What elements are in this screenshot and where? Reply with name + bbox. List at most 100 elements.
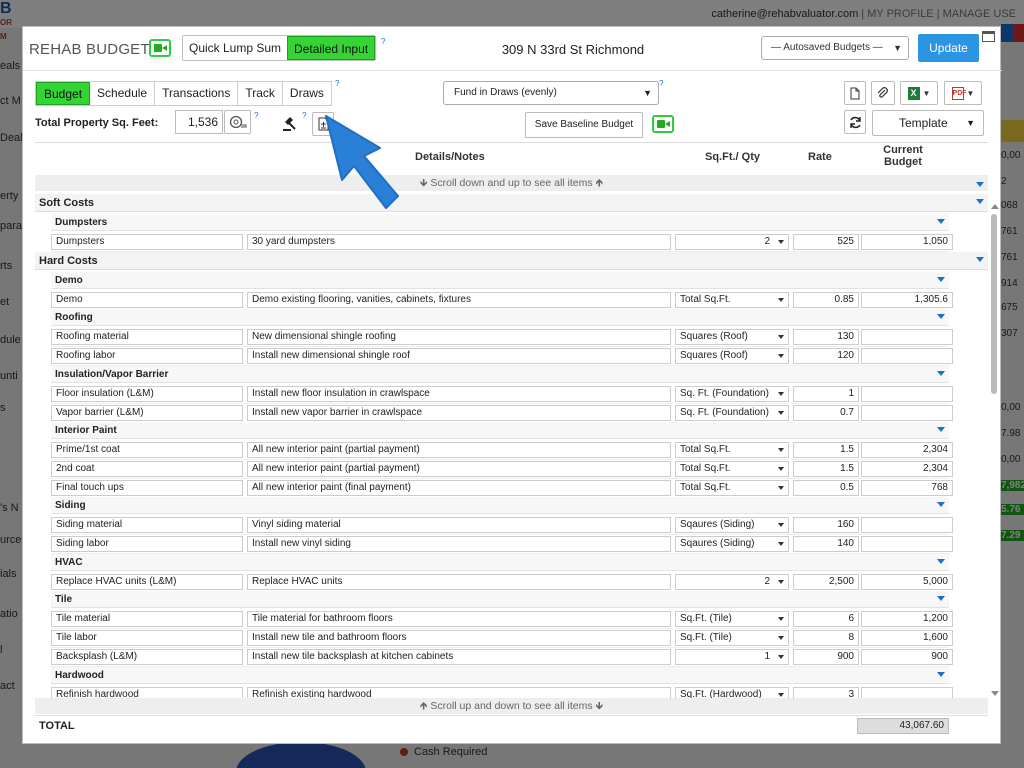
line-item-qty[interactable]: Sq. Ft. (Foundation) [675, 385, 776, 402]
line-item-note[interactable]: Install new vapor barrier in crawlspace [247, 404, 671, 421]
line-item-name[interactable]: Tile labor [51, 630, 243, 647]
line-item-qty[interactable]: Sq.Ft. (Tile) [675, 611, 776, 628]
line-item-rate[interactable]: 160 [793, 517, 859, 534]
line-item-rate[interactable]: 0.85 [793, 291, 859, 308]
line-item-name[interactable]: Replace HVAC units (L&M) [51, 573, 243, 590]
pdf-export-icon[interactable]: PDF ▼ [944, 81, 982, 105]
line-item-rate[interactable]: 140 [793, 536, 859, 552]
save-baseline-budget-button[interactable]: Save Baseline Budget [525, 112, 643, 138]
qty-unit-dropdown[interactable] [775, 536, 789, 552]
line-item-qty[interactable]: Squares (Roof) [675, 348, 776, 365]
line-item-rate[interactable]: 1 [793, 385, 859, 402]
line-item-note[interactable]: Install new dimensional shingle roof [247, 348, 671, 365]
line-item-note[interactable]: Vinyl siding material [247, 517, 671, 534]
line-item-rate[interactable]: 2,500 [793, 573, 859, 590]
detailed-input-button[interactable]: Detailed Input [287, 36, 376, 60]
qty-unit-dropdown[interactable] [775, 385, 789, 402]
tabs-help-icon[interactable]: ? [335, 79, 339, 88]
template-dropdown[interactable]: Template ▼ [872, 110, 984, 136]
expand-caret-icon[interactable] [937, 427, 945, 433]
scroll-up-icon[interactable] [991, 204, 999, 209]
expand-caret-icon[interactable] [976, 199, 984, 204]
gavel-icon[interactable] [279, 112, 301, 136]
tab-transactions[interactable]: Transactions [155, 82, 239, 105]
baseline-video-icon[interactable] [652, 115, 674, 133]
line-item-qty[interactable]: 1 [675, 648, 776, 665]
expand-caret-icon[interactable] [937, 219, 945, 224]
line-item-note[interactable]: All new interior paint (partial payment) [247, 460, 671, 477]
line-item-qty[interactable]: Total Sq.Ft. [675, 291, 776, 308]
line-item-rate[interactable]: 6 [793, 611, 859, 628]
line-item-qty[interactable]: Sqaures (Siding) [675, 517, 776, 534]
expand-caret-icon[interactable] [937, 314, 945, 320]
qty-unit-dropdown[interactable] [775, 479, 789, 496]
line-item-qty[interactable]: Sqaures (Siding) [675, 536, 776, 552]
qty-unit-dropdown[interactable] [775, 611, 789, 628]
line-item-rate[interactable]: 1.5 [793, 442, 859, 459]
line-item-qty[interactable]: Total Sq.Ft. [675, 442, 776, 459]
tab-budget[interactable]: Budget [36, 82, 91, 105]
line-item-note[interactable]: 30 yard dumpsters [247, 234, 671, 250]
qty-unit-dropdown[interactable] [775, 573, 789, 590]
line-item-note[interactable]: Tile material for bathroom floors [247, 611, 671, 628]
line-item-note[interactable]: Install new tile backsplash at kitchen c… [247, 648, 671, 665]
line-item-name[interactable]: Demo [51, 291, 243, 308]
line-item-rate[interactable]: 525 [793, 234, 859, 250]
qty-unit-dropdown[interactable] [775, 460, 789, 477]
expand-caret-icon[interactable] [937, 596, 945, 602]
line-item-name[interactable]: Vapor barrier (L&M) [51, 404, 243, 421]
qty-unit-dropdown[interactable] [775, 291, 789, 308]
refresh-icon[interactable] [844, 110, 866, 134]
excel-export-icon[interactable]: X ▼ [900, 81, 938, 105]
line-item-rate[interactable]: 0.7 [793, 404, 859, 421]
line-item-rate[interactable]: 900 [793, 648, 859, 665]
line-item-note[interactable]: Replace HVAC units [247, 573, 671, 590]
line-item-name[interactable]: Backsplash (L&M) [51, 648, 243, 665]
qty-unit-dropdown[interactable] [775, 442, 789, 459]
table-scrollbar[interactable] [990, 204, 999, 696]
line-item-qty[interactable]: Squares (Roof) [675, 329, 776, 346]
line-item-name[interactable]: Roofing material [51, 329, 243, 346]
qty-unit-dropdown[interactable] [775, 517, 789, 534]
sqft-help-icon[interactable]: ? [254, 111, 258, 120]
line-item-name[interactable]: Siding labor [51, 536, 243, 552]
tab-track[interactable]: Track [238, 82, 283, 105]
line-item-name[interactable]: 2nd coat [51, 460, 243, 477]
line-item-name[interactable]: Tile material [51, 611, 243, 628]
qty-unit-dropdown[interactable] [775, 648, 789, 665]
fund-draws-select[interactable]: Fund in Draws (evenly) ▼ [443, 81, 659, 105]
qty-unit-dropdown[interactable] [775, 329, 789, 346]
qty-unit-dropdown[interactable] [775, 348, 789, 365]
scroll-down-icon[interactable] [991, 691, 999, 696]
line-item-qty[interactable]: 2 [675, 234, 776, 250]
gavel-help-icon[interactable]: ? [302, 111, 306, 120]
fund-help-icon[interactable]: ? [659, 79, 663, 88]
line-item-rate[interactable]: 1.5 [793, 460, 859, 477]
line-item-note[interactable]: Demo existing flooring, vanities, cabine… [247, 291, 671, 308]
expand-caret-icon[interactable] [937, 502, 945, 508]
line-item-name[interactable]: Roofing labor [51, 348, 243, 365]
line-item-name[interactable]: Siding material [51, 517, 243, 534]
line-item-note[interactable]: Install new floor insulation in crawlspa… [247, 385, 671, 402]
line-item-note[interactable]: Install new tile and bathroom floors [247, 630, 671, 647]
expand-caret-icon[interactable] [976, 256, 984, 262]
line-item-name[interactable]: Floor insulation (L&M) [51, 385, 243, 402]
measure-tape-icon[interactable] [224, 110, 251, 134]
line-item-note[interactable]: All new interior paint (final payment) [247, 479, 671, 496]
line-item-rate[interactable]: 120 [793, 348, 859, 365]
line-item-note[interactable]: Install new vinyl siding [247, 536, 671, 552]
tab-schedule[interactable]: Schedule [90, 82, 156, 105]
collapse-all-caret-icon[interactable] [976, 182, 984, 187]
line-item-qty[interactable]: Total Sq.Ft. [675, 479, 776, 496]
expand-caret-icon[interactable] [937, 671, 945, 677]
line-item-rate[interactable]: 0.5 [793, 479, 859, 496]
autosaved-budgets-select[interactable]: — Autosaved Budgets — ▼ [761, 36, 909, 60]
qty-unit-dropdown[interactable] [775, 404, 789, 421]
line-item-name[interactable]: Dumpsters [51, 234, 243, 250]
line-item-qty[interactable]: Total Sq.Ft. [675, 460, 776, 477]
attachment-icon[interactable] [871, 81, 895, 105]
line-item-qty[interactable]: Sq.Ft. (Tile) [675, 630, 776, 647]
update-button[interactable]: Update [918, 34, 979, 62]
qty-unit-dropdown[interactable] [775, 630, 789, 647]
expand-caret-icon[interactable] [937, 276, 945, 282]
